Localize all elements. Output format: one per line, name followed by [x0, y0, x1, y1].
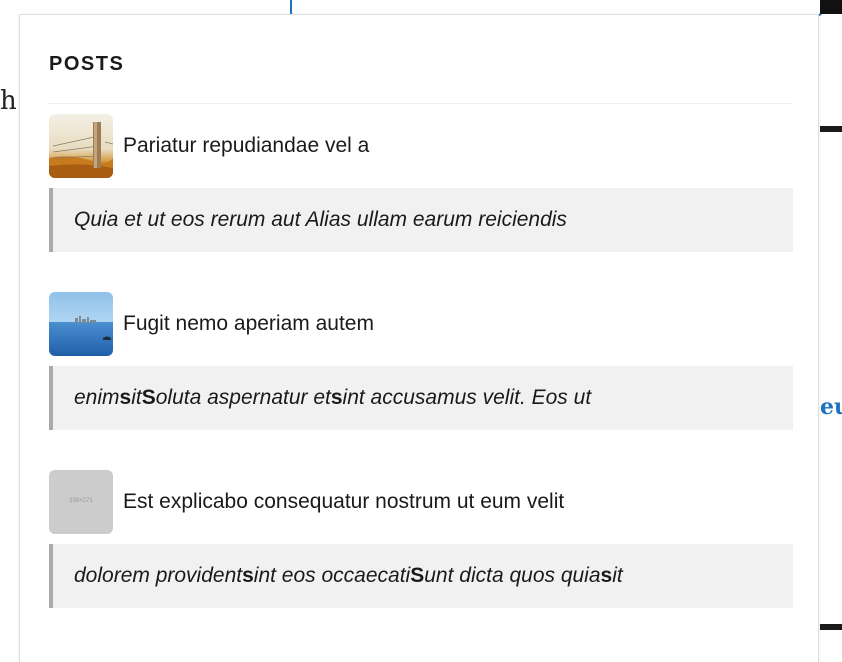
excerpt-text: enim: [74, 386, 120, 409]
excerpt-highlight: s: [330, 386, 343, 409]
excerpt-text: int accusamus velit. Eos ut: [342, 386, 592, 409]
excerpt-highlight: S: [410, 564, 425, 587]
post-excerpt[interactable]: dolorem provident s int eos occaecati Sun…: [49, 544, 793, 608]
excerpt-text: Quia et ut eos rerum aut Alias ullam ear…: [74, 208, 567, 231]
post-excerpt[interactable]: enim s it Soluta aspernatur et s int accus…: [49, 366, 793, 430]
placeholder-size-label: 339×271: [69, 498, 93, 504]
excerpt-highlight: s: [242, 564, 254, 587]
excerpt-text: dolorem provident: [74, 564, 243, 587]
search-results-dropdown: POSTS Pariatur repudiandae vel a Quia et…: [19, 14, 819, 662]
background-divider-top: [820, 126, 842, 132]
post-result-header[interactable]: Pariatur repudiandae vel a: [49, 114, 793, 178]
post-result-header[interactable]: Fugit nemo aperiam autem: [49, 292, 793, 356]
excerpt-text: int eos occaecati: [253, 564, 411, 587]
post-result[interactable]: 339×271 Est explicabo consequatur nostru…: [49, 470, 793, 608]
placeholder-image-icon[interactable]: 339×271: [49, 470, 113, 534]
section-divider: [49, 103, 793, 104]
excerpt-text: it: [131, 386, 142, 409]
post-result[interactable]: Pariatur repudiandae vel a Quia et ut eo…: [49, 114, 793, 252]
background-link-fragment[interactable]: eu: [820, 394, 842, 420]
background-heading-fragment: h: [0, 86, 17, 116]
post-title[interactable]: Pariatur repudiandae vel a: [123, 134, 369, 158]
excerpt-highlight: S: [141, 386, 156, 409]
excerpt-highlight: s: [119, 386, 132, 409]
sea-skyline-icon[interactable]: [49, 292, 113, 356]
post-title[interactable]: Est explicabo consequatur nostrum ut eum…: [123, 490, 564, 514]
excerpt-text: it: [612, 564, 623, 587]
post-title[interactable]: Fugit nemo aperiam autem: [123, 312, 374, 336]
excerpt-text: oluta aspernatur et: [155, 386, 331, 409]
section-title: POSTS: [49, 53, 125, 75]
background-divider-bottom: [820, 624, 842, 630]
background-header-strip: [820, 0, 842, 14]
post-excerpt[interactable]: Quia et ut eos rerum aut Alias ullam ear…: [49, 188, 793, 252]
fence-post-icon[interactable]: [49, 114, 113, 178]
excerpt-text: unt dicta quos quia: [424, 564, 601, 587]
excerpt-highlight: s: [600, 564, 613, 587]
post-result-header[interactable]: 339×271 Est explicabo consequatur nostru…: [49, 470, 793, 534]
post-result[interactable]: Fugit nemo aperiam autem enim s it Soluta…: [49, 292, 793, 430]
